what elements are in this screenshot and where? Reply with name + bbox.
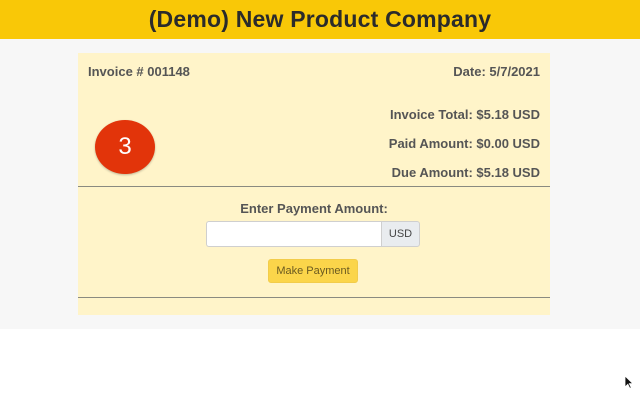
invoice-total: Invoice Total: $5.18 USD	[389, 107, 540, 122]
notification-badge: 3	[95, 120, 155, 174]
due-amount: Due Amount: $5.18 USD	[391, 165, 540, 180]
invoice-number: Invoice # 001148	[88, 64, 190, 79]
make-payment-button[interactable]: Make Payment	[268, 259, 358, 283]
payment-amount-input[interactable]	[206, 221, 381, 247]
currency-addon: USD	[381, 221, 420, 247]
payment-amount-label: Enter Payment Amount:	[240, 201, 388, 216]
invoice-date: Date: 5/7/2021	[453, 64, 540, 79]
mouse-pointer-icon	[624, 375, 634, 389]
summary-divider	[78, 186, 550, 187]
payment-input-group: USD	[206, 221, 420, 247]
footer-divider	[78, 297, 550, 298]
invoice-card: Invoice # 001148 Date: 5/7/2021 Invoice …	[78, 53, 550, 315]
company-title: (Demo) New Product Company	[148, 6, 492, 32]
paid-amount: Paid Amount: $0.00 USD	[388, 136, 540, 151]
app-header: (Demo) New Product Company	[0, 0, 640, 39]
